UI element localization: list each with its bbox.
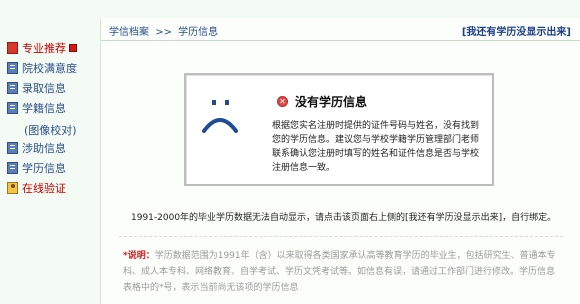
sidebar-item-major-recommend[interactable]: 专业推荐 (7, 40, 77, 56)
new-badge-icon (69, 44, 77, 52)
sidebar-item-label: 录取信息 (22, 82, 66, 95)
sidebar-item-aid[interactable]: 涉助信息 (7, 140, 66, 156)
binding-note: 1991-2000年的毕业学历数据无法自动显示，请点击该页面右上侧的[我还有学历… (131, 213, 557, 223)
breadcrumb-separator: >> (155, 27, 172, 38)
breadcrumb-home-link[interactable]: 学信档案 (109, 27, 149, 38)
sidebar-nav: 专业推荐 院校满意度 录取信息 学籍信息 (图像校对) 涉助信息 学历信息 在线… (0, 30, 92, 304)
breadcrumb-current: 学历信息 (178, 27, 219, 38)
sidebar-item-label: 涉助信息 (22, 142, 66, 155)
sidebar-item-label: 院校满意度 (22, 62, 77, 75)
message-body: 根据您实名注册时提供的证件号码与姓名，没有找到您的学历信息。建议您与学校学籍学历… (272, 121, 480, 173)
breadcrumb: 学信档案 >> 学历信息 (109, 23, 218, 38)
explanation-label: *说明： (123, 251, 155, 261)
explanation-text: 学历数据范围为1991年（含）以来取得各类国家承认高等教育学历的毕业生，包括研究… (123, 251, 556, 293)
sidebar-item-admission[interactable]: 录取信息 (7, 80, 66, 96)
missing-degree-link[interactable]: [我还有学历没显示出来] (462, 23, 571, 38)
message-title-row: ✕ 没有学历信息 (277, 93, 367, 110)
top-bar: 学信档案 >> 学历信息 [我还有学历没显示出来] (101, 18, 580, 41)
error-icon: ✕ (277, 96, 288, 107)
sidebar-item-online-verify[interactable]: 在线验证 (7, 180, 66, 196)
red-book-icon (7, 42, 18, 54)
divider (119, 236, 563, 237)
sidebar-item-label: 学历信息 (22, 162, 66, 175)
book-icon (7, 162, 18, 174)
verify-icon (7, 182, 18, 194)
explanation: *说明：学历数据范围为1991年（含）以来取得各类国家承认高等教育学历的毕业生，… (123, 248, 561, 296)
sidebar-item-image-proofread[interactable]: (图像校对) (24, 122, 77, 138)
book-icon (7, 102, 18, 114)
sidebar-item-label: 学籍信息 (22, 102, 66, 115)
book-icon (7, 142, 18, 154)
sidebar-item-label: 专业推荐 (22, 42, 66, 55)
sidebar-item-satisfaction[interactable]: 院校满意度 (7, 60, 77, 76)
no-record-message-box: ✕ 没有学历信息 根据您实名注册时提供的证件号码与姓名，没有找到您的学历信息。建… (184, 73, 494, 186)
sidebar-item-enrollment[interactable]: 学籍信息 (7, 100, 66, 116)
message-title: 没有学历信息 (295, 95, 368, 109)
sidebar-item-degree[interactable]: 学历信息 (7, 160, 66, 176)
book-icon (7, 62, 18, 74)
main-content: 学信档案 >> 学历信息 [我还有学历没显示出来] ✕ 没有学历信息 根据您实名… (100, 18, 580, 304)
sidebar-item-label: 在线验证 (22, 182, 66, 195)
book-icon (7, 82, 18, 94)
sad-face-icon (202, 100, 238, 133)
